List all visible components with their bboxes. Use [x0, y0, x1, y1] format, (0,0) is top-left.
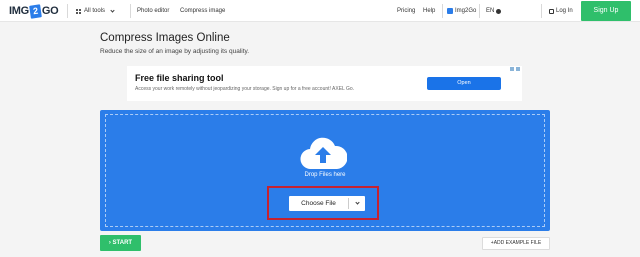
choose-file-highlight: Choose File [267, 186, 379, 220]
nav-img2go[interactable]: Img2Go [447, 0, 476, 22]
header-divider [130, 4, 131, 18]
img2go-logo[interactable]: IMG 2 GO [9, 3, 59, 19]
nav-compress-image[interactable]: Compress image [180, 0, 225, 22]
chevron-down-icon [354, 200, 360, 205]
img2go-label: Img2Go [455, 8, 477, 14]
start-button[interactable]: › START [100, 235, 141, 251]
choose-file-dropdown[interactable] [349, 200, 365, 205]
drop-files-text: Drop Files here [304, 172, 346, 178]
choose-file-label: Choose File [301, 200, 336, 207]
logo-text-go: GO [41, 5, 59, 17]
language-label: EN [486, 8, 495, 14]
grid-icon [76, 8, 81, 14]
choose-file-button[interactable]: Choose File [289, 196, 365, 211]
login-label: Log In [556, 8, 573, 14]
nav-pricing[interactable]: Pricing [397, 0, 415, 22]
img2go-badge-icon [447, 8, 453, 14]
logo-text-img: IMG [9, 5, 29, 17]
all-tools-menu[interactable]: All tools [76, 0, 115, 22]
login-icon [549, 8, 554, 14]
page-subtitle: Reduce the size of an image by adjusting… [100, 48, 250, 55]
language-selector[interactable]: EN [486, 0, 502, 22]
all-tools-label: All tools [84, 8, 106, 14]
signup-button[interactable]: Sign Up [581, 1, 631, 21]
start-label: START [112, 240, 133, 246]
add-example-file-button[interactable]: +ADD EXAMPLE FILE [482, 237, 550, 250]
chevron-down-icon [110, 7, 115, 13]
header-divider [442, 4, 443, 18]
top-navigation-bar: IMG 2 GO All tools Photo editor Compress i… [0, 0, 640, 22]
logo-text-2: 2 [29, 3, 42, 19]
ad-title: Free file sharing tool [135, 73, 224, 83]
ad-text: Access your work remotely without jeopar… [135, 86, 355, 92]
header-divider [541, 4, 542, 18]
ad-open-button[interactable]: Open [427, 77, 501, 90]
file-drop-zone[interactable]: Drop Files here Choose File [100, 110, 550, 231]
page-title: Compress Images Online [100, 32, 230, 44]
header-divider [67, 4, 68, 18]
cloud-upload-icon [300, 137, 347, 170]
globe-icon [496, 8, 502, 14]
login-link[interactable]: Log In [549, 0, 573, 22]
ad-choices-icon[interactable] [510, 67, 520, 71]
nav-help[interactable]: Help [423, 0, 435, 22]
nav-photo-editor[interactable]: Photo editor [137, 0, 169, 22]
header-divider [479, 4, 480, 18]
add-example-label: ADD EXAMPLE FILE [493, 240, 542, 246]
ad-banner[interactable]: Free file sharing tool Access your work … [127, 66, 522, 101]
